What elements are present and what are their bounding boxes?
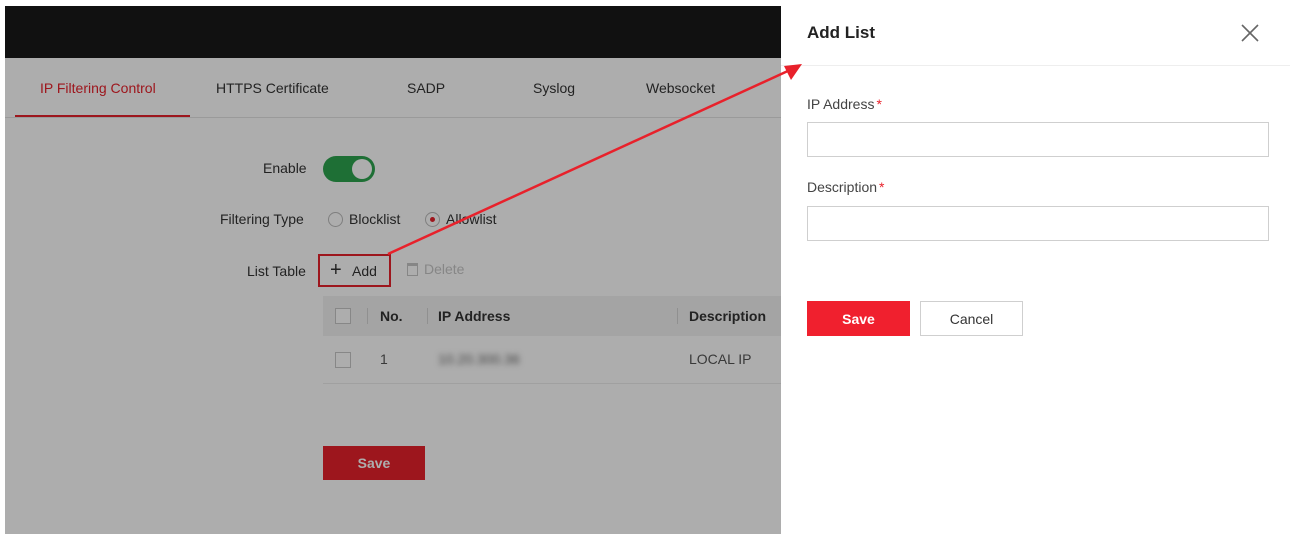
close-icon[interactable] <box>1239 22 1261 44</box>
add-list-drawer: Add List IP Address * Description * Save C… <box>781 0 1290 534</box>
ip-address-label-text: IP Address <box>807 96 875 112</box>
description-label: Description * <box>807 179 884 195</box>
drawer-header: Add List <box>781 0 1290 66</box>
drawer-cancel-button[interactable]: Cancel <box>920 301 1023 336</box>
modal-backdrop[interactable] <box>5 6 781 534</box>
description-input[interactable] <box>807 206 1269 241</box>
required-mark: * <box>876 96 882 112</box>
ip-address-input[interactable] <box>807 122 1269 157</box>
ip-address-label: IP Address * <box>807 96 882 112</box>
description-label-text: Description <box>807 179 878 195</box>
required-mark: * <box>879 179 885 195</box>
drawer-title: Add List <box>807 23 875 42</box>
drawer-save-button[interactable]: Save <box>807 301 910 336</box>
